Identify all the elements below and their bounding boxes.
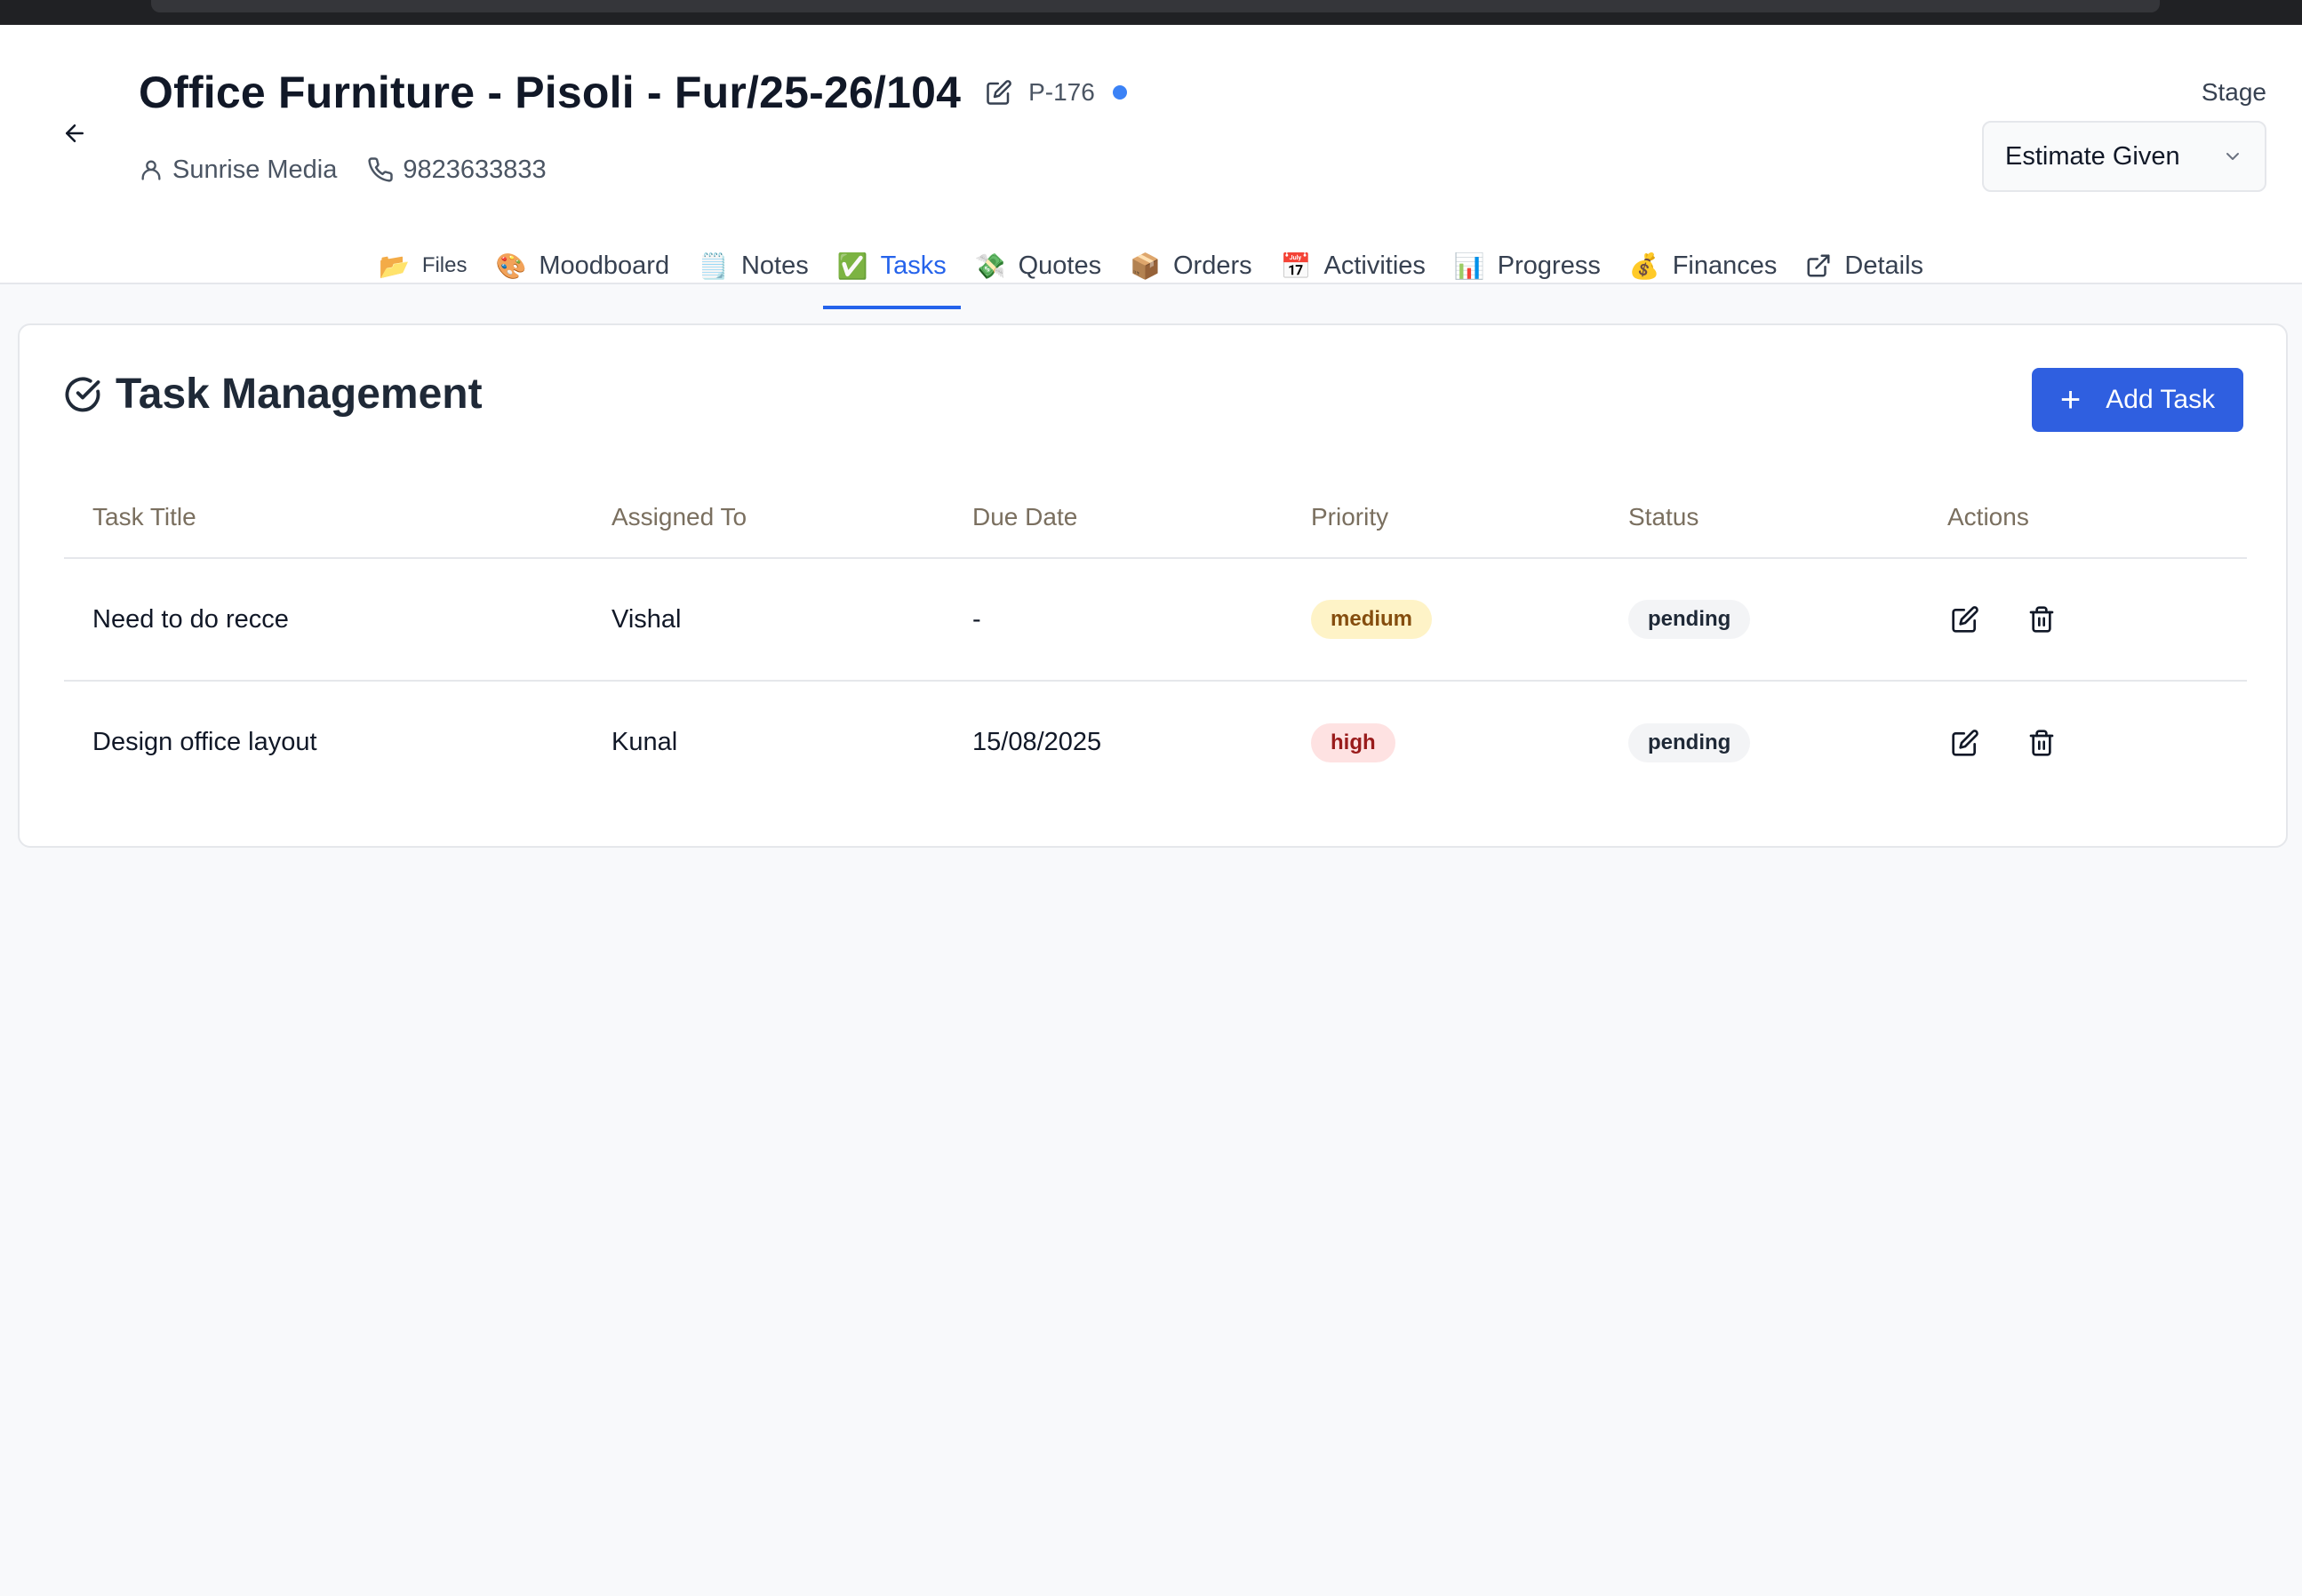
- section-title: Task Management: [64, 370, 483, 419]
- task-title: Need to do recce: [64, 558, 583, 682]
- stage-dropdown[interactable]: Estimate Given: [1982, 121, 2266, 192]
- check-box-icon: ✅: [836, 251, 868, 281]
- tab-activities[interactable]: 📅 Activities: [1267, 222, 1440, 309]
- task-assignee: Vishal: [583, 558, 944, 682]
- check-circle-icon: [65, 377, 100, 411]
- trash-icon: [2029, 729, 2054, 756]
- task-assignee: Kunal: [611, 728, 678, 756]
- project-header: Office Furniture - Pisoli - Fur/25-26/10…: [0, 25, 2302, 309]
- add-task-label: Add Task: [2106, 385, 2216, 414]
- tab-label: Finances: [1672, 251, 1778, 280]
- table-row[interactable]: Design office layout Kunal 15/08/2025 hi…: [64, 681, 2247, 803]
- chevron-down-icon: [2226, 153, 2239, 160]
- tab-finances[interactable]: 💰 Finances: [1615, 222, 1792, 309]
- table-header-row: Task Title Assigned To Due Date Priority…: [64, 476, 2247, 559]
- tab-files[interactable]: 📂 Files: [364, 222, 482, 309]
- phone-icon: [368, 157, 394, 182]
- column-header-priority[interactable]: Priority: [1283, 476, 1600, 559]
- tab-label: Details: [1844, 251, 1924, 280]
- column-header-status[interactable]: Status: [1600, 476, 1919, 559]
- task-management-card: Task Management + Add Task Task Title As…: [18, 323, 2288, 848]
- tab-tasks[interactable]: ✅ Tasks: [822, 222, 961, 309]
- package-icon: 📦: [1130, 251, 1161, 281]
- tab-label: Activities: [1323, 251, 1426, 280]
- edit-icon: [1952, 606, 1978, 633]
- calendar-icon: 📅: [1280, 251, 1312, 281]
- status-dot: [1112, 85, 1127, 100]
- priority-badge: medium: [1311, 600, 1433, 639]
- column-header-task-title[interactable]: Task Title: [64, 476, 583, 559]
- tab-details[interactable]: Details: [1791, 222, 1938, 309]
- page-title: Office Furniture - Pisoli - Fur/25-26/10…: [139, 68, 962, 117]
- tab-label: Tasks: [880, 251, 947, 280]
- phone-number: 9823633833: [403, 155, 547, 184]
- status-cell: pending: [1600, 558, 1919, 682]
- column-header-due-date[interactable]: Due Date: [944, 476, 1283, 559]
- tab-label: Progress: [1497, 251, 1601, 280]
- browser-chrome: [0, 0, 2302, 25]
- arrow-left-icon: [66, 124, 84, 142]
- task-due-date: 15/08/2025: [972, 728, 1102, 756]
- tab-quotes[interactable]: 💸 Quotes: [961, 222, 1115, 309]
- money-wings-icon: 💸: [974, 251, 1006, 281]
- column-header-actions: Actions: [1919, 476, 2247, 559]
- external-link-icon: [1807, 254, 1830, 277]
- client-info: Sunrise Media: [139, 156, 337, 185]
- tab-label: Files: [421, 253, 468, 277]
- table-row[interactable]: Need to do recce Vishal - medium pending: [64, 558, 2247, 682]
- tab-label: Quotes: [1018, 251, 1102, 280]
- tab-moodboard[interactable]: 🎨 Moodboard: [481, 222, 683, 309]
- status-cell: pending: [1600, 681, 1919, 803]
- delete-task-button[interactable]: [2024, 725, 2059, 761]
- user-icon: [141, 160, 161, 180]
- client-name: Sunrise Media: [172, 155, 338, 184]
- status-badge: pending: [1628, 722, 1751, 762]
- edit-task-button[interactable]: [1947, 725, 1983, 761]
- plus-icon: +: [2059, 379, 2082, 419]
- folder-icon: 📂: [378, 251, 410, 281]
- notepad-icon: 🗒️: [698, 251, 729, 281]
- delete-task-button[interactable]: [2024, 602, 2059, 637]
- tab-bar: 📂 Files 🎨 Moodboard 🗒️ Notes ✅ Tasks 💸 Q…: [0, 222, 2302, 309]
- priority-cell: high: [1283, 681, 1600, 803]
- palette-icon: 🎨: [495, 251, 527, 281]
- actions-cell: [1919, 558, 2247, 682]
- tasks-table: Task Title Assigned To Due Date Priority…: [64, 476, 2247, 803]
- column-header-assigned-to[interactable]: Assigned To: [583, 476, 944, 559]
- task-due-date: -: [944, 558, 1283, 682]
- tab-progress[interactable]: 📊 Progress: [1440, 222, 1615, 309]
- trash-icon: [2029, 606, 2054, 633]
- bar-chart-icon: 📊: [1453, 251, 1485, 281]
- tab-label: Orders: [1172, 251, 1252, 280]
- back-button[interactable]: [55, 114, 94, 153]
- tab-orders[interactable]: 📦 Orders: [1115, 222, 1267, 309]
- actions-cell: [1919, 681, 2247, 803]
- section-title-text: Task Management: [116, 371, 483, 418]
- phone-info: 9823633833: [367, 155, 547, 185]
- add-task-button[interactable]: + Add Task: [2032, 368, 2243, 432]
- edit-icon: [987, 80, 1011, 105]
- money-bag-icon: 💰: [1628, 251, 1660, 281]
- address-bar[interactable]: [151, 0, 2160, 12]
- title-row: Office Furniture - Pisoli - Fur/25-26/10…: [139, 57, 1127, 128]
- tab-label: Notes: [740, 251, 809, 280]
- tab-notes[interactable]: 🗒️ Notes: [683, 222, 823, 309]
- task-title: Design office layout: [92, 728, 317, 756]
- priority-cell: medium: [1283, 558, 1600, 682]
- edit-icon: [1952, 729, 1978, 756]
- tab-label: Moodboard: [539, 251, 670, 280]
- stage-label: Stage: [2201, 78, 2266, 106]
- priority-badge: high: [1311, 722, 1395, 762]
- meta-row: Sunrise Media 9823633833: [139, 148, 547, 192]
- edit-title-button[interactable]: [984, 77, 1014, 108]
- edit-task-button[interactable]: [1947, 602, 1983, 637]
- status-badge: pending: [1628, 600, 1751, 639]
- project-code: P-176: [1028, 78, 1095, 106]
- stage-value: Estimate Given: [2005, 141, 2180, 171]
